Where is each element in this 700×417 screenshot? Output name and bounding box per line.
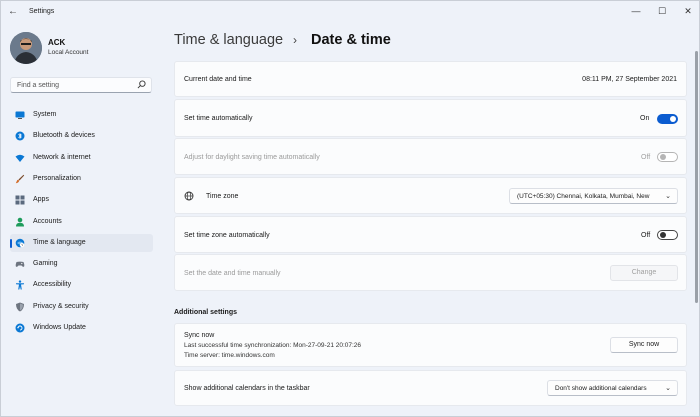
maximize-button[interactable]: ☐ [652,4,672,18]
chevron-down-icon: ⌄ [665,193,671,200]
time-zone-value: (UTC+05:30) Chennai, Kolkata, Mumbai, Ne… [517,193,650,200]
sidebar-item-label: Accessibility [33,281,72,289]
monitor-icon [15,111,25,119]
toggle-knob [660,154,666,160]
sidebar-item-label: Bluetooth & devices [33,132,95,140]
user-photo-icon [10,32,42,64]
additional-settings-heading: Additional settings [174,309,237,316]
time-zone-card: Time zone (UTC+05:30) Chennai, Kolkata, … [174,177,687,214]
scrollbar[interactable] [695,51,698,303]
gamepad-icon [15,261,25,267]
time-server-text: Time server: time.windows.com [184,352,275,359]
calendars-value: Don't show additional calendars [555,385,647,392]
wifi-icon [15,154,25,162]
sidebar-item-system[interactable]: System [10,106,153,124]
search-placeholder: Find a setting [17,82,60,89]
minimize-button[interactable]: — [626,4,646,18]
calendars-card: Show additional calendars in the taskbar… [174,370,687,406]
time-zone-auto-toggle[interactable] [657,230,678,240]
sidebar-item-apps[interactable]: Apps [10,191,153,209]
time-zone-dropdown[interactable]: (UTC+05:30) Chennai, Kolkata, Mumbai, Ne… [509,188,678,204]
set-time-auto-toggle[interactable] [657,114,678,124]
toggle-knob [660,232,666,238]
time-zone-auto-label: Set time zone automatically [184,232,270,239]
sidebar-item-privacy-and-security[interactable]: Privacy & security [10,298,153,316]
daylight-saving-label: Adjust for daylight saving time automati… [184,154,320,161]
paintbrush-icon [15,174,25,184]
sidebar-item-network-and-internet[interactable]: Network & internet [10,149,153,167]
sidebar-item-label: Apps [33,196,49,204]
accessibility-icon [16,280,24,290]
toggle-knob [670,116,676,122]
apps-icon [15,195,25,205]
person-icon [16,217,24,226]
sidebar-item-label: System [33,111,57,118]
last-sync-text: Last successful time synchronization: Mo… [184,342,362,349]
shield-icon [16,302,24,312]
time-zone-auto-state: Off [641,232,651,239]
breadcrumb-parent[interactable]: Time & language [174,32,283,48]
search-icon[interactable] [137,80,146,89]
page-title: Date & time [311,32,391,48]
sidebar-item-gaming[interactable]: Gaming [10,255,153,273]
active-indicator [10,238,12,248]
set-time-auto-state: On [640,115,650,122]
sidebar-item-label: Privacy & security [33,302,89,310]
sync-title: Sync now [184,332,215,339]
daylight-saving-toggle[interactable] [657,152,678,162]
sidebar-item-accounts[interactable]: Accounts [10,213,153,231]
update-icon [15,323,25,333]
sidebar-item-time-and-language[interactable]: Time & language [10,233,153,252]
current-date-time-card: Current date and time 08:11 PM, 27 Septe… [174,61,687,97]
daylight-saving-state: Off [641,154,651,161]
sidebar-item-label: Time & language [33,238,86,246]
globe-clock-icon [15,238,25,248]
current-date-time-label: Current date and time [184,76,252,83]
manual-date-time-card: Set the date and time manually Change [174,254,687,291]
title-bar: ← Settings — ☐ ✕ [1,1,699,23]
account-type: Local Account [48,49,89,56]
daylight-saving-card: Adjust for daylight saving time automati… [174,138,687,175]
set-time-auto-label: Set time automatically [184,115,253,122]
breadcrumb-separator: › [293,33,297,47]
sidebar-item-label: Windows Update [33,324,86,331]
set-time-auto-card: Set time automatically On [174,99,687,137]
calendars-label: Show additional calendars in the taskbar [184,385,310,392]
bluetooth-icon [15,131,25,141]
manual-date-time-label: Set the date and time manually [184,270,281,277]
sync-now-button[interactable]: Sync now [610,337,678,353]
current-date-time-value: 08:11 PM, 27 September 2021 [582,76,677,83]
search-input[interactable]: Find a setting [10,77,152,93]
globe-clock-icon [184,191,194,201]
sidebar-item-label: Gaming [33,260,58,268]
sidebar-item-label: Accounts [33,217,62,225]
sidebar-item-windows-update[interactable]: Windows Update [10,319,153,337]
sidebar-item-bluetooth-and-devices[interactable]: Bluetooth & devices [10,127,153,145]
calendars-dropdown[interactable]: Don't show additional calendars ⌄ [547,380,678,396]
user-name: ACK [48,38,66,47]
sync-card: Sync now Last successful time synchroniz… [174,323,687,367]
avatar[interactable] [10,32,42,64]
app-title: Settings [29,8,55,15]
time-zone-auto-card: Set time zone automatically Off [174,216,687,253]
chevron-down-icon: ⌄ [665,385,671,392]
sidebar-item-personalization[interactable]: Personalization [10,170,153,188]
time-zone-label: Time zone [206,193,239,200]
change-button[interactable]: Change [610,265,678,281]
back-arrow-icon[interactable]: ← [6,6,20,18]
close-button[interactable]: ✕ [678,4,698,18]
sidebar-item-label: Network & internet [33,153,91,161]
sidebar-item-accessibility[interactable]: Accessibility [10,276,153,294]
settings-window: ← Settings — ☐ ✕ ACK Local Account Find … [0,0,700,417]
sidebar-item-label: Personalization [33,174,81,182]
